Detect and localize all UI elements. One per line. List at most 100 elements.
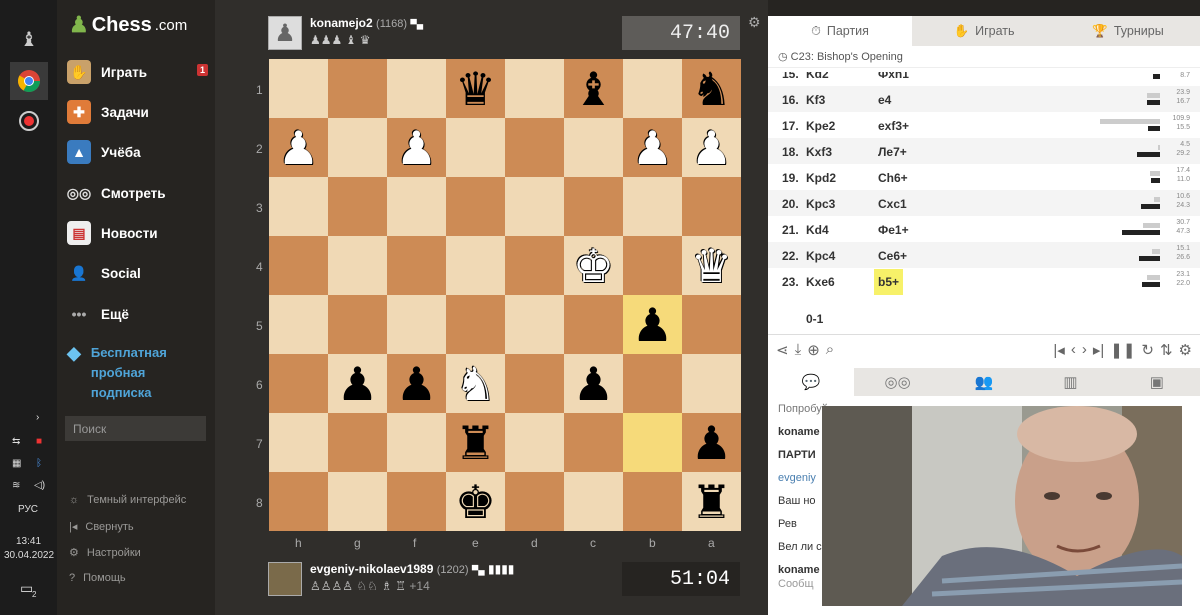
board-square[interactable]: ♟ <box>623 118 682 177</box>
board-square[interactable] <box>623 59 682 118</box>
chesscom-logo[interactable]: ♟ Chess .com <box>69 12 187 38</box>
black-move[interactable]: Cxc1 <box>874 197 911 211</box>
tab-play[interactable]: ✋ Играть <box>912 16 1056 46</box>
bluetooth-icon[interactable]: ᛒ <box>36 458 42 469</box>
board-square[interactable] <box>446 295 505 354</box>
board-square[interactable] <box>505 59 564 118</box>
black-move[interactable]: Фxh1 <box>874 72 913 81</box>
board-square[interactable] <box>328 236 387 295</box>
chess-piece[interactable]: ♟ <box>573 361 614 407</box>
download-icon[interactable]: ⤓ <box>795 341 802 358</box>
white-move[interactable]: Kpc4 <box>806 249 835 263</box>
tray-expand-icon[interactable]: › <box>36 412 39 423</box>
board-square[interactable]: ♟ <box>564 354 623 413</box>
clock-date[interactable]: 30.04.2022 <box>4 550 54 561</box>
nav-puzzles[interactable]: ✚ Задачи <box>67 98 212 126</box>
board-square[interactable] <box>269 236 328 295</box>
board-square[interactable]: ♟ <box>269 118 328 177</box>
chess-piece[interactable]: ♟ <box>632 125 673 171</box>
board-square[interactable] <box>505 413 564 472</box>
board-square[interactable] <box>564 177 623 236</box>
black-move[interactable]: e4 <box>874 93 895 107</box>
board-square[interactable] <box>269 354 328 413</box>
wifi-icon[interactable]: ≋ <box>12 480 20 491</box>
white-move[interactable]: Kpd2 <box>806 171 836 185</box>
share-icon[interactable]: ⋖ <box>776 341 789 359</box>
black-move[interactable]: Ле7+ <box>874 145 911 159</box>
chess-piece[interactable]: ♟ <box>691 125 732 171</box>
prev-move-icon[interactable]: ‹ <box>1071 341 1076 358</box>
board-square[interactable]: ♚ <box>564 236 623 295</box>
board-square[interactable] <box>328 295 387 354</box>
chess-piece[interactable]: ♟ <box>337 361 378 407</box>
nav-social[interactable]: 👤 Social <box>67 259 212 287</box>
white-move[interactable]: Kd2 <box>806 72 829 81</box>
move-row[interactable]: 19. Kpd2 Ch6+ 17.4 11.0 <box>768 164 1200 190</box>
chess-piece[interactable]: ♚ <box>455 479 496 525</box>
board-square[interactable]: ♟ <box>623 295 682 354</box>
opening-name[interactable]: ◷ C23: Bishop's Opening <box>768 46 1200 68</box>
collapse-button[interactable]: |◂ Свернуть <box>69 520 134 534</box>
move-row[interactable]: 21. Kd4 Фe1+ 30.7 47.3 <box>768 216 1200 242</box>
flip-board-icon[interactable]: ⇅ <box>1160 341 1173 359</box>
board-square[interactable] <box>505 354 564 413</box>
board-square[interactable] <box>269 472 328 531</box>
black-move[interactable]: Фe1+ <box>874 223 913 237</box>
spectators-tab[interactable]: ◎◎ <box>854 368 940 396</box>
board-square[interactable] <box>505 236 564 295</box>
white-move[interactable]: Kf3 <box>806 93 825 107</box>
board-square[interactable] <box>446 236 505 295</box>
board-square[interactable] <box>564 295 623 354</box>
chat-tab[interactable]: 💬 <box>768 368 855 396</box>
nav-play[interactable]: ✋ Играть 1 <box>67 58 212 86</box>
top-player-avatar[interactable]: ♟ <box>268 16 302 50</box>
move-row[interactable]: 20. Kpc3 Cxc1 10.6 24.3 <box>768 190 1200 216</box>
dark-mode-toggle[interactable]: ☼ Темный интерфейс <box>69 494 186 506</box>
board-square[interactable] <box>387 472 446 531</box>
settings-link[interactable]: ⚙ Настройки <box>69 546 141 560</box>
move-row[interactable]: 16. Kf3 e4 23.9 16.7 <box>768 86 1200 112</box>
refresh-icon[interactable]: ↻ <box>1141 341 1154 359</box>
white-move[interactable]: Kd4 <box>806 223 829 237</box>
board-square[interactable] <box>328 472 387 531</box>
analysis-icon[interactable]: ⊕ <box>807 341 820 359</box>
board-square[interactable] <box>564 118 623 177</box>
board-square[interactable] <box>328 118 387 177</box>
board-square[interactable] <box>387 236 446 295</box>
nav-news[interactable]: ▤ Новости <box>67 219 212 247</box>
board-square[interactable] <box>387 177 446 236</box>
chess-piece[interactable]: ♟ <box>691 420 732 466</box>
search-input[interactable]: Поиск <box>65 416 206 441</box>
volume-icon[interactable]: ◁) <box>34 480 45 491</box>
tab-game[interactable]: ⏱ Партия <box>768 16 912 46</box>
chess-piece[interactable]: ♛ <box>455 66 496 112</box>
board-square[interactable]: ♞ <box>682 59 741 118</box>
chess-piece[interactable]: ♟ <box>632 302 673 348</box>
board-square[interactable]: ♚ <box>446 472 505 531</box>
windows-tray-icon[interactable]: ▦ <box>12 458 21 469</box>
board-square[interactable] <box>328 59 387 118</box>
black-move[interactable]: b5+ <box>874 269 904 295</box>
black-move[interactable]: exf3+ <box>874 119 913 133</box>
board-square[interactable]: ♟ <box>682 413 741 472</box>
white-move[interactable]: Kxe6 <box>806 275 835 289</box>
nav-watch[interactable]: ◎◎ Смотреть <box>67 179 212 207</box>
move-list[interactable]: 15. Kd2 Фxh1 8.7 16. Kf3 e4 23.9 16.7 17. Kpe2 exf3… <box>768 72 1200 332</box>
black-move[interactable]: Ch6+ <box>874 171 912 185</box>
board-square[interactable] <box>505 177 564 236</box>
board-square[interactable] <box>269 177 328 236</box>
chess-piece[interactable]: ♟ <box>396 361 437 407</box>
white-move[interactable]: Kpe2 <box>806 119 835 133</box>
move-row[interactable]: 15. Kd2 Фxh1 8.7 <box>768 72 1200 86</box>
stats-tab[interactable]: ▥ <box>1027 368 1113 396</box>
chess-piece[interactable]: ♟ <box>396 125 437 171</box>
board-square[interactable] <box>269 295 328 354</box>
chess-piece[interactable]: ♜ <box>455 420 496 466</box>
board-square[interactable] <box>269 413 328 472</box>
chess-piece[interactable]: ♚ <box>573 243 614 289</box>
board-square[interactable] <box>682 177 741 236</box>
board-square[interactable] <box>623 354 682 413</box>
chess-board[interactable]: ♛ ♝ ♞ ♟ ♟ ♟ ♟ ♚ ♛ ♟ ♟ ♟ ♞ ♟ ♜ ♟ ♚ ♜ <box>269 59 741 531</box>
bottom-player-avatar[interactable] <box>268 562 302 596</box>
board-square[interactable] <box>682 354 741 413</box>
